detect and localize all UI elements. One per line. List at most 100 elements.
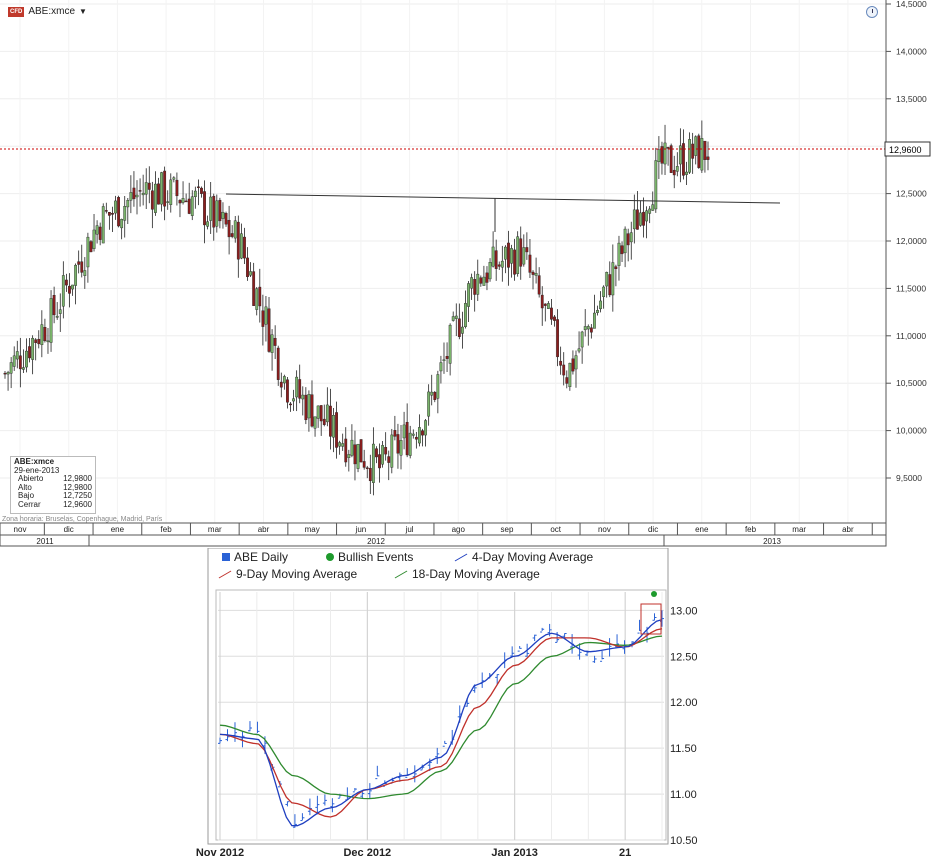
candle-body: [500, 260, 504, 268]
legend-ma18: 18-Day Moving Average: [412, 567, 540, 581]
candle-body: [282, 376, 286, 384]
candle-body: [697, 135, 701, 168]
candle-body: [378, 454, 381, 469]
candle-body: [516, 236, 520, 274]
price-axis: 14,500014,000013,500013,000012,500012,00…: [885, 0, 927, 523]
candle-body: [534, 273, 538, 276]
symbol-selector[interactable]: CFD ABE:xmce ▼: [8, 6, 87, 17]
candle-body: [620, 245, 624, 255]
candle-body: [390, 434, 394, 468]
candle-body: [261, 310, 265, 327]
candle-body: [414, 436, 418, 440]
candle-body: [700, 138, 704, 171]
candle-body: [322, 418, 326, 425]
candle-body: [313, 416, 317, 429]
candle-body: [602, 286, 606, 297]
chevron-down-icon[interactable]: ▼: [79, 7, 87, 16]
candle-body: [614, 266, 618, 269]
candle-body: [71, 284, 74, 290]
time-axis: nov dic ene feb mar abr may jun jul ago sep oct nov d…: [0, 522, 887, 547]
candle-body: [574, 355, 578, 370]
candle-body: [3, 372, 7, 375]
price-axis-tick: 11,5000: [896, 283, 926, 293]
candle-body: [335, 412, 338, 448]
candle-body: [457, 318, 461, 337]
price-axis-tick: 10,5000: [896, 378, 927, 388]
legend-bullish-events: Bullish Events: [338, 550, 414, 564]
candle-body: [611, 262, 615, 296]
candle-body: [632, 209, 636, 230]
candle-body: [92, 229, 96, 249]
candle-body: [678, 145, 682, 165]
bottom-time-axis: Nov 2012 Dec 2012 Jan 2013 21: [196, 847, 631, 859]
candle-body: [147, 182, 151, 190]
candle-body: [273, 337, 277, 346]
candle-body: [160, 172, 163, 205]
candle-body: [64, 279, 68, 286]
candle-body: [503, 246, 507, 260]
candle-body: [89, 241, 93, 253]
candle-body: [184, 200, 188, 203]
candle-body: [227, 219, 231, 238]
candle-body: [252, 271, 256, 306]
clock-icon[interactable]: [866, 6, 878, 18]
candle-body: [74, 264, 78, 286]
price-axis-tick: 10,0000: [896, 426, 927, 436]
candle-body: [239, 233, 243, 259]
candle-body: [246, 257, 249, 278]
candle-body: [310, 394, 314, 427]
candle-body: [553, 316, 556, 321]
candle-body: [384, 447, 388, 455]
candle-body: [209, 196, 213, 221]
candle-body: [301, 394, 305, 400]
candle-body: [123, 206, 127, 221]
moving-average-chart[interactable]: 13.00 12.50 12.00 11.50 11.00 10.50 Nov 2012 D…: [0, 548, 934, 860]
candle-body: [18, 355, 22, 370]
candle-body: [365, 467, 369, 469]
candle-body: [132, 187, 136, 200]
candle-body: [114, 200, 117, 214]
candle-body: [559, 360, 563, 366]
candle-body: [193, 190, 197, 198]
candle-body: [9, 362, 13, 374]
month-tick: abr: [842, 525, 854, 534]
candle-body: [111, 212, 114, 215]
candle-body: [599, 300, 602, 310]
candle-body: [568, 362, 572, 388]
candle-body: [491, 246, 495, 267]
bottom-price-tick: 13.00: [670, 605, 698, 617]
month-tick: mar: [208, 525, 222, 534]
price-axis-tick: 13,5000: [896, 94, 927, 104]
legend-abe-daily: ABE Daily: [234, 550, 289, 564]
price-axis-tick: 14,5000: [896, 0, 927, 9]
month-tick: dic: [64, 525, 74, 534]
candle-body: [233, 220, 237, 239]
candle-body: [393, 430, 397, 437]
candle-body: [332, 415, 335, 438]
candle-body: [157, 183, 160, 205]
bottom-price-tick: 11.00: [670, 789, 697, 801]
candle-body: [654, 160, 658, 210]
candle-body: [408, 432, 412, 456]
candle-body: [98, 226, 102, 240]
price-axis-tick: 12,0000: [896, 236, 927, 246]
candle-body: [362, 461, 366, 468]
month-tick: jul: [405, 525, 414, 534]
candle-body: [144, 182, 148, 195]
candle-body: [623, 228, 627, 254]
candle-body: [461, 326, 464, 334]
candle-body: [464, 303, 467, 327]
bottom-price-tick: 12.00: [670, 697, 698, 709]
candle-body: [154, 183, 157, 213]
candle-body: [368, 467, 372, 482]
candle-body: [117, 197, 120, 227]
month-tick: jun: [355, 525, 367, 534]
candle-body: [292, 398, 295, 402]
candle-body: [61, 275, 65, 307]
candle-body: [289, 403, 292, 406]
candle-body: [583, 326, 587, 331]
candle-body: [421, 430, 424, 436]
candle-body: [577, 348, 581, 352]
price-chart[interactable]: 14,500014,000013,500013,000012,500012,00…: [0, 0, 934, 548]
candle-body: [316, 405, 320, 419]
